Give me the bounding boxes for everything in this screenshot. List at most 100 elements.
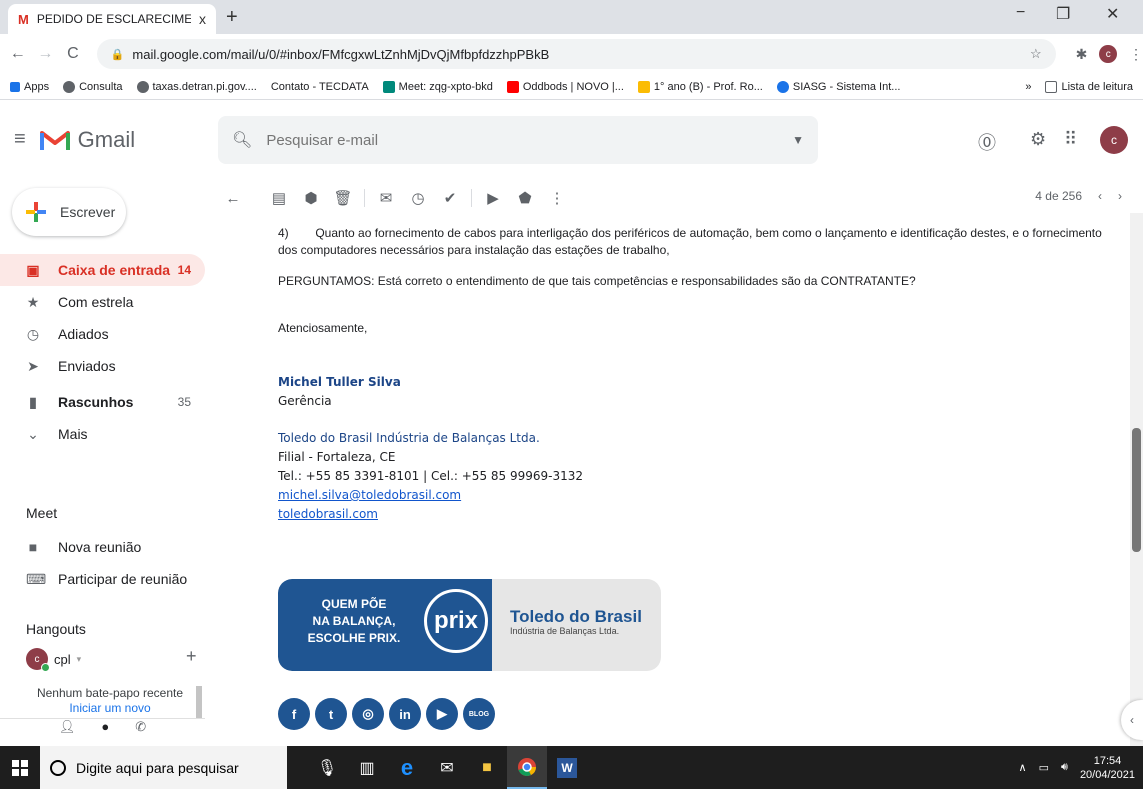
battery-icon[interactable]: ▭	[1039, 761, 1049, 774]
gmail-logo[interactable]: Gmail	[39, 127, 135, 153]
apps-grid-icon[interactable]: ⠿	[1064, 129, 1077, 150]
twitter-icon[interactable]: t	[315, 698, 347, 730]
bookmark-apps[interactable]: Apps	[10, 81, 49, 93]
window-close-icon[interactable]: ✕	[1106, 4, 1119, 24]
hangouts-user[interactable]: c cpl ▾	[26, 648, 81, 672]
volume-icon[interactable]: 🔊︎	[1061, 761, 1068, 774]
move-to-icon[interactable]: ▶	[482, 188, 504, 208]
reload-icon[interactable]: C	[63, 45, 83, 63]
start-button[interactable]	[0, 759, 40, 776]
minimize-icon[interactable]: −	[1016, 4, 1025, 22]
delete-icon[interactable]: 🗑︎	[332, 188, 354, 208]
nav-starred[interactable]: ★ Com estrela	[0, 286, 205, 318]
profile-avatar[interactable]: c	[1099, 45, 1118, 63]
settings-gear-icon[interactable]: ⚙	[1030, 129, 1046, 150]
microphone-icon[interactable]: 🎙︎	[307, 758, 347, 778]
bookmark-consulta[interactable]: Consulta	[63, 80, 123, 93]
linkedin-icon[interactable]: in	[389, 698, 421, 730]
social-links: f t ◎ in ▶ BLOG	[278, 698, 495, 730]
new-tab-button[interactable]: +	[226, 6, 238, 29]
blog-icon[interactable]: BLOG	[463, 698, 495, 730]
tab-close-icon[interactable]: x	[199, 11, 206, 27]
more-bookmarks-button[interactable]: »	[1025, 81, 1031, 93]
nav-more[interactable]: ⌄ Mais	[0, 418, 205, 450]
task-view-icon[interactable]: ▥	[347, 758, 387, 778]
side-panel-toggle[interactable]: ‹	[1121, 700, 1143, 740]
signature-name: Michel Tuller Silva	[278, 375, 401, 389]
compose-button[interactable]: Escrever	[12, 188, 126, 236]
scrollbar-thumb[interactable]	[1132, 428, 1141, 552]
toolbar-divider	[364, 189, 365, 207]
bookmark-tecdata[interactable]: Contato - TECDATA	[271, 81, 369, 93]
label-icon[interactable]: ⬟	[514, 188, 536, 208]
lock-icon: 🔒	[110, 48, 125, 61]
bookmarks-bar: Apps Consulta taxas.detran.pi.gov.... Co…	[0, 74, 1143, 100]
word-icon[interactable]: W	[547, 757, 587, 778]
start-new-chat-link[interactable]: Iniciar um novo	[69, 701, 150, 715]
hangouts-chat-icon[interactable]: ●	[101, 719, 109, 744]
message-question: PERGUNTAMOS: Está correto o entendimento…	[278, 274, 916, 288]
archive-icon[interactable]: ▤	[268, 188, 290, 208]
mail-app-icon[interactable]: ✉	[427, 758, 467, 778]
meet-icon	[382, 80, 395, 93]
help-icon[interactable]: ⓪	[978, 129, 996, 155]
reading-list-button[interactable]: Lista de leitura	[1045, 80, 1133, 93]
phone-icon[interactable]: ✆	[135, 719, 146, 744]
previous-message-icon[interactable]: ‹	[1098, 189, 1102, 203]
hangouts-add-button[interactable]: +	[186, 646, 197, 667]
next-message-icon[interactable]: ›	[1118, 189, 1122, 203]
browser-tab-strip: M PEDIDO DE ESCLARECIMENTOS x + − ❐ ✕	[0, 0, 1143, 34]
meet-join-meeting[interactable]: ⌨ Participar de reunião	[0, 563, 205, 595]
windows-taskbar: Digite aqui para pesquisar 🎙︎ ▥ e ✉ ■ W …	[0, 746, 1143, 789]
bookmark-siasg[interactable]: SIASG - Sistema Int...	[776, 80, 900, 93]
nav-drafts[interactable]: ▮ Rascunhos 35	[0, 386, 205, 418]
back-arrow-icon[interactable]: ←	[8, 45, 28, 63]
url-text: mail.google.com/mail/u/0/#inbox/FMfcgxwL…	[132, 46, 550, 62]
meet-new-meeting[interactable]: ■ Nova reunião	[0, 531, 205, 563]
search-bar[interactable]: 🔍︎ ▼	[218, 116, 818, 164]
more-options-icon[interactable]: ⋮	[546, 188, 568, 208]
search-input[interactable]	[266, 131, 779, 149]
bookmark-star-icon[interactable]: ☆	[1030, 46, 1042, 62]
maximize-icon[interactable]: ❐	[1056, 4, 1070, 24]
bookmark-taxas[interactable]: taxas.detran.pi.gov....	[136, 80, 257, 93]
forward-arrow-icon[interactable]: →	[36, 45, 56, 63]
nav-sent[interactable]: ➤ Enviados	[0, 350, 205, 382]
report-spam-icon[interactable]: ⬢	[300, 188, 322, 208]
account-avatar[interactable]: c	[1100, 126, 1128, 154]
signature-branch: Filial - Fortaleza, CE	[278, 450, 396, 464]
star-icon: ★	[26, 293, 40, 310]
search-options-icon[interactable]: ▼	[792, 133, 804, 147]
nav-inbox[interactable]: ▣ Caixa de entrada 14	[0, 254, 205, 286]
browser-tab[interactable]: M PEDIDO DE ESCLARECIMENTOS x	[8, 4, 216, 34]
instagram-icon[interactable]: ◎	[352, 698, 384, 730]
clock-icon: ◷	[26, 325, 40, 342]
nav-snoozed[interactable]: ◷ Adiados	[0, 318, 205, 350]
add-task-icon[interactable]: ✔	[439, 188, 461, 208]
signature-email-link[interactable]: michel.silva@toledobrasil.com	[278, 488, 461, 502]
bookmark-oddbods[interactable]: Oddbods | NOVO |...	[506, 80, 624, 93]
back-to-inbox-icon[interactable]: ←	[222, 188, 244, 208]
taskbar-search[interactable]: Digite aqui para pesquisar	[40, 746, 287, 789]
youtube-icon[interactable]: ▶	[426, 698, 458, 730]
chrome-icon[interactable]	[507, 746, 547, 789]
browser-menu-icon[interactable]: ⋮	[1129, 46, 1143, 63]
main-menu-icon[interactable]: ≡	[14, 128, 26, 151]
toledo-banner[interactable]: QUEM PÕE NA BALANÇA, ESCOLHE PRIX. prix …	[278, 579, 661, 671]
edge-icon[interactable]: e	[387, 755, 427, 781]
bookmark-prof[interactable]: 1° ano (B) - Prof. Ro...	[637, 80, 763, 93]
mark-unread-icon[interactable]: ✉	[375, 188, 397, 208]
signature-site-link[interactable]: toledobrasil.com	[278, 507, 378, 521]
omnibox[interactable]: 🔒 mail.google.com/mail/u/0/#inbox/FMfcgx…	[96, 39, 1056, 69]
system-tray: ∧ ▭ 🔊︎ 17:54 20/04/2021	[1019, 746, 1135, 789]
snooze-icon[interactable]: ◷	[407, 188, 429, 208]
facebook-icon[interactable]: f	[278, 698, 310, 730]
taskbar-clock[interactable]: 17:54 20/04/2021	[1080, 754, 1135, 782]
contacts-icon[interactable]: 👤︎	[59, 719, 76, 744]
pager: 4 de 256 ‹ ›	[1035, 189, 1122, 203]
extensions-icon[interactable]: ✱	[1076, 46, 1088, 63]
file-explorer-icon[interactable]: ■	[467, 759, 507, 777]
search-icon[interactable]: 🔍︎	[232, 130, 252, 150]
tray-chevron-icon[interactable]: ∧	[1019, 761, 1027, 774]
bookmark-meet[interactable]: Meet: zqg-xpto-bkd	[382, 80, 493, 93]
